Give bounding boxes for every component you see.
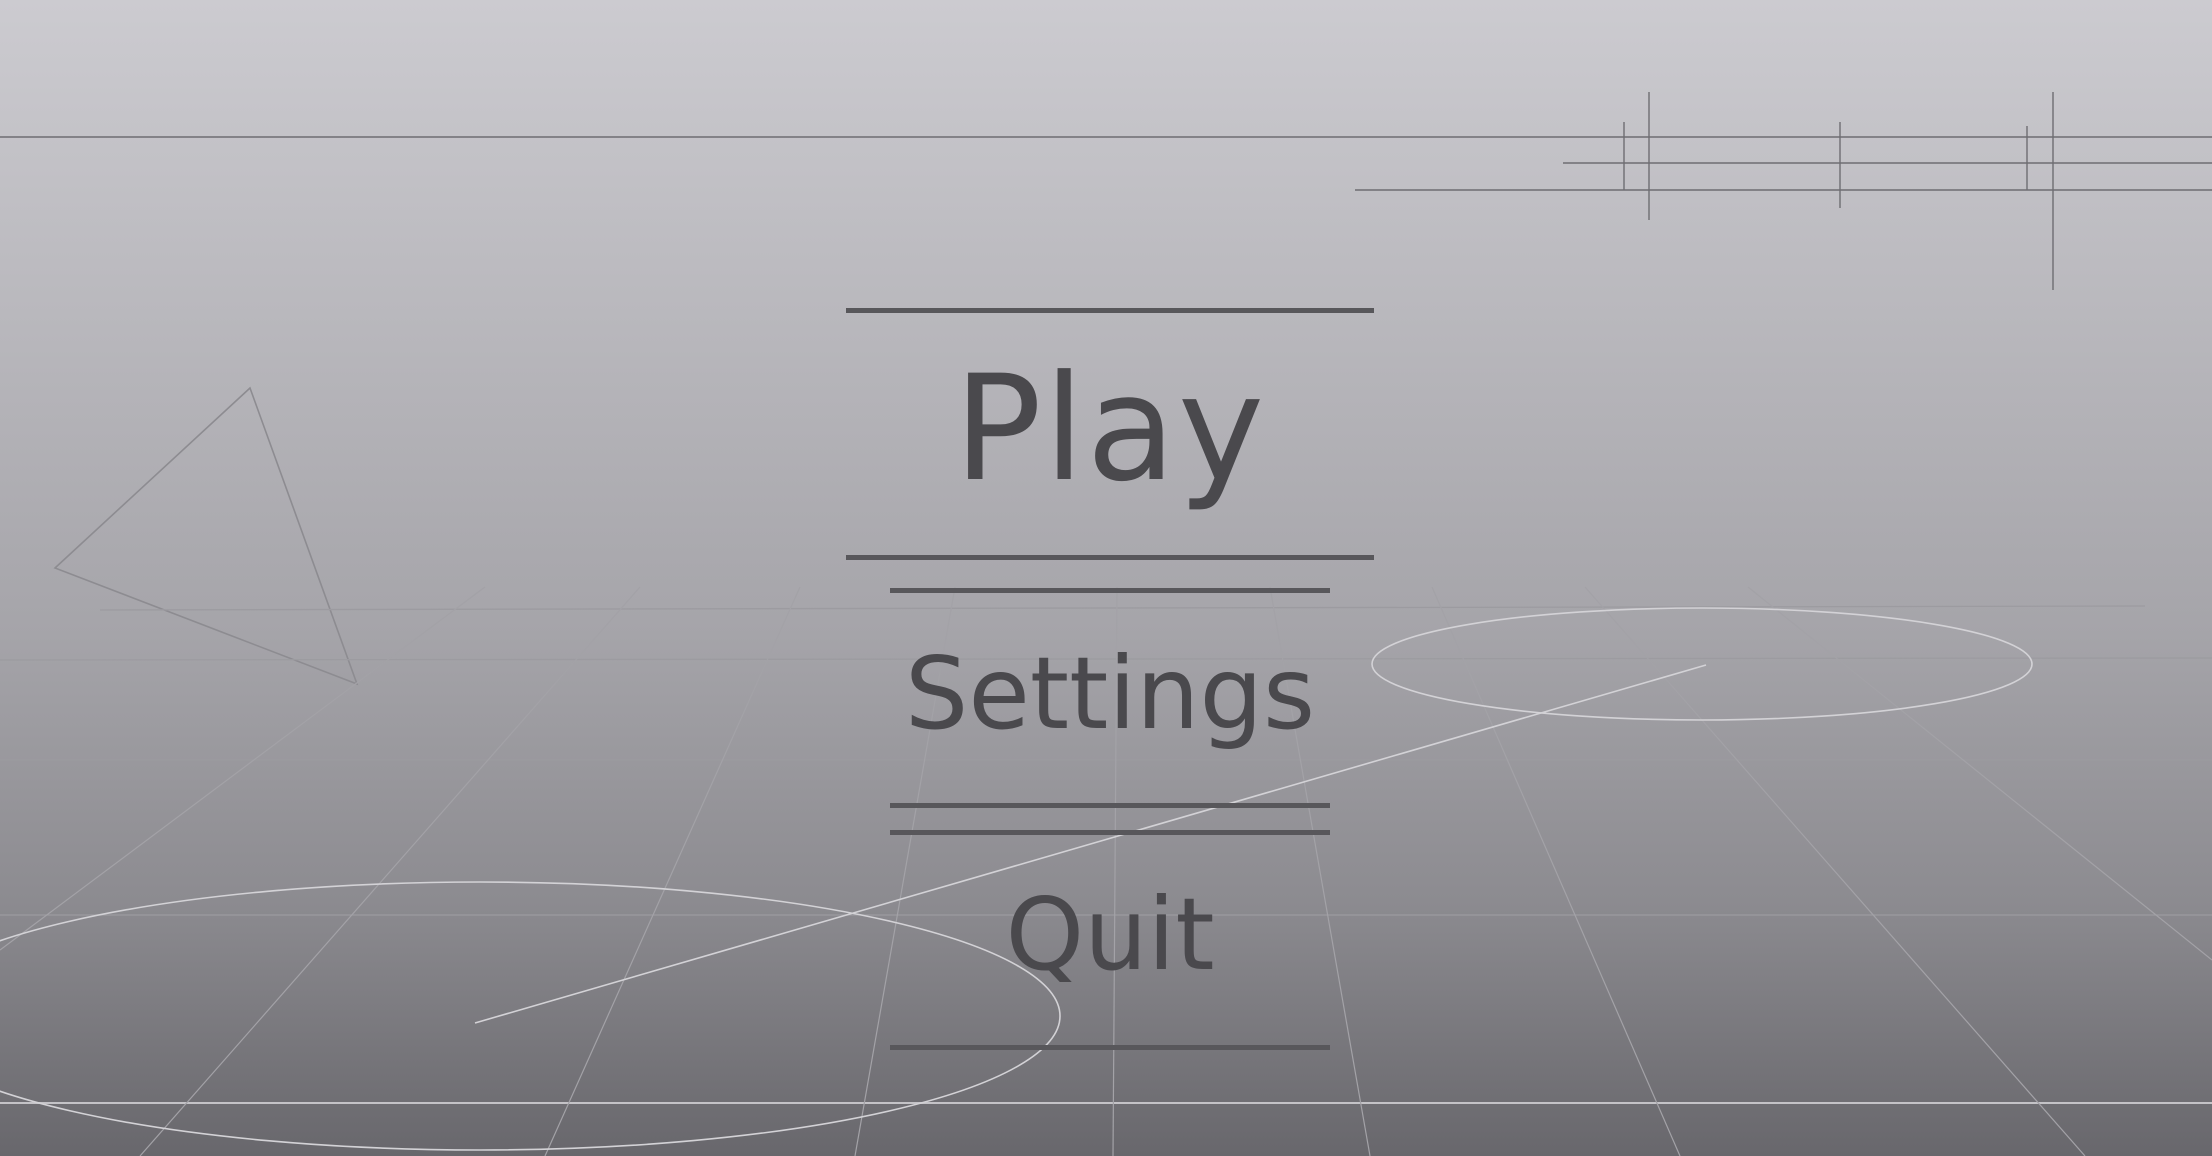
play-button[interactable]: Play [846,356,1374,502]
settings-top-divider [890,588,1330,593]
top-rules [0,136,2212,191]
quit-top-divider [890,830,1330,835]
settings-button[interactable]: Settings [890,644,1330,744]
triangle-outline [53,386,359,686]
top-right-ticks [1623,92,2054,290]
play-top-divider [846,308,1374,313]
quit-button[interactable]: Quit [890,885,1330,985]
quit-bottom-divider [890,1045,1330,1050]
play-bottom-divider [846,555,1374,560]
settings-bottom-divider [890,803,1330,808]
main-menu-screen: Play Settings Quit [0,0,2212,1156]
